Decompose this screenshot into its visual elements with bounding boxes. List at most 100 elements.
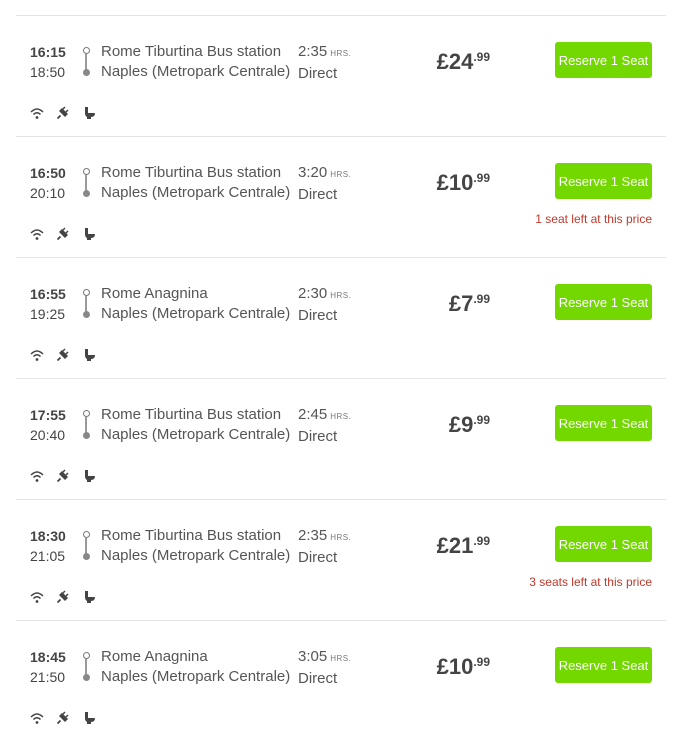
- ride-times: 18:45 21:50: [30, 647, 66, 687]
- reserve-seat-button[interactable]: Reserve 1 Seat: [555, 647, 652, 683]
- ride-row: 18:30 21:05 Rome Tiburtina Bus station N…: [16, 500, 666, 621]
- price-cents: .99: [473, 171, 490, 185]
- price-main: £7: [448, 291, 474, 316]
- price-main: £10: [436, 654, 474, 679]
- ride-times: 16:15 18:50: [30, 42, 66, 82]
- duration-value: 2:35: [298, 43, 328, 60]
- amenities: [30, 348, 105, 362]
- duration-unit: HRS.: [330, 291, 352, 300]
- price-main: £10: [436, 170, 474, 195]
- duration-unit: HRS.: [330, 654, 352, 663]
- departure-time: 18:30: [30, 528, 66, 544]
- transfer-type: Direct: [298, 186, 338, 203]
- wifi-icon: [30, 590, 44, 604]
- reserve-seat-button[interactable]: Reserve 1 Seat: [555, 284, 652, 320]
- ride-duration: 2:45 HRS. Direct: [298, 405, 351, 447]
- transfer-type: Direct: [298, 65, 338, 82]
- ride-price: £10.99: [437, 170, 490, 196]
- price-main: £21: [436, 533, 474, 558]
- ride-stations: Rome Tiburtina Bus station Naples (Metro…: [101, 163, 290, 203]
- duration-value: 2:45: [298, 406, 328, 423]
- price-main: £24: [436, 49, 474, 74]
- ride-duration: 2:35 HRS. Direct: [298, 42, 351, 84]
- wifi-icon: [30, 227, 44, 241]
- departure-time: 16:55: [30, 286, 66, 302]
- ride-duration: 3:20 HRS. Direct: [298, 163, 351, 205]
- toilet-icon: [83, 348, 97, 362]
- departure-time: 17:55: [30, 407, 66, 423]
- departure-time: 18:45: [30, 649, 66, 665]
- duration-value: 2:35: [298, 527, 328, 544]
- power-plug-icon: [56, 590, 70, 604]
- toilet-icon: [83, 227, 97, 241]
- arrival-time: 21:50: [30, 669, 66, 685]
- price-cents: .99: [473, 534, 490, 548]
- transfer-type: Direct: [298, 428, 338, 445]
- reserve-seat-button[interactable]: Reserve 1 Seat: [555, 405, 652, 441]
- ride-row: 17:55 20:40 Rome Tiburtina Bus station N…: [16, 379, 666, 500]
- price-cents: .99: [473, 413, 490, 427]
- arrival-station: Naples (Metropark Centrale): [101, 184, 291, 201]
- reserve-seat-button[interactable]: Reserve 1 Seat: [555, 163, 652, 199]
- arrival-station: Naples (Metropark Centrale): [101, 668, 291, 685]
- seat-availability-notice: 3 seats left at this price: [529, 575, 652, 589]
- toilet-icon: [83, 469, 97, 483]
- ride-times: 18:30 21:05: [30, 526, 66, 566]
- ride-times: 16:50 20:10: [30, 163, 66, 203]
- arrival-time: 19:25: [30, 306, 66, 322]
- departure-station: Rome Tiburtina Bus station: [101, 406, 282, 423]
- ride-row: 16:15 18:50 Rome Tiburtina Bus station N…: [16, 16, 666, 137]
- ride-price: £21.99: [437, 533, 490, 559]
- ride-price: £7.99: [449, 291, 490, 317]
- reserve-seat-button[interactable]: Reserve 1 Seat: [555, 526, 652, 562]
- price-cents: .99: [473, 292, 490, 306]
- departure-station: Rome Tiburtina Bus station: [101, 527, 282, 544]
- ride-row: 16:55 19:25 Rome Anagnina Naples (Metrop…: [16, 258, 666, 379]
- amenities: [30, 469, 105, 483]
- power-plug-icon: [56, 711, 70, 725]
- departure-time: 16:15: [30, 44, 66, 60]
- ride-duration: 3:05 HRS. Direct: [298, 647, 351, 689]
- duration-value: 2:30: [298, 285, 328, 302]
- toilet-icon: [83, 711, 97, 725]
- transfer-type: Direct: [298, 549, 338, 566]
- departure-station: Rome Anagnina: [101, 285, 208, 302]
- duration-value: 3:05: [298, 648, 328, 665]
- duration-unit: HRS.: [330, 412, 352, 421]
- toilet-icon: [83, 590, 97, 604]
- ride-row: 16:50 20:10 Rome Tiburtina Bus station N…: [16, 137, 666, 258]
- departure-station: Rome Anagnina: [101, 648, 208, 665]
- reserve-seat-button[interactable]: Reserve 1 Seat: [555, 42, 652, 78]
- power-plug-icon: [56, 469, 70, 483]
- duration-unit: HRS.: [330, 170, 352, 179]
- wifi-icon: [30, 469, 44, 483]
- price-cents: .99: [473, 655, 490, 669]
- ride-stations: Rome Tiburtina Bus station Naples (Metro…: [101, 405, 290, 445]
- ride-times: 17:55 20:40: [30, 405, 66, 445]
- price-cents: .99: [473, 50, 490, 64]
- toilet-icon: [83, 106, 97, 120]
- power-plug-icon: [56, 348, 70, 362]
- arrival-station: Naples (Metropark Centrale): [101, 63, 291, 80]
- seat-availability-notice: 1 seat left at this price: [535, 212, 652, 226]
- route-line-icon: [82, 289, 90, 319]
- ride-duration: 2:35 HRS. Direct: [298, 526, 351, 568]
- ride-price: £10.99: [437, 654, 490, 680]
- duration-value: 3:20: [298, 164, 328, 181]
- wifi-icon: [30, 106, 44, 120]
- duration-unit: HRS.: [330, 533, 352, 542]
- power-plug-icon: [56, 227, 70, 241]
- departure-station: Rome Tiburtina Bus station: [101, 164, 282, 181]
- departure-station: Rome Tiburtina Bus station: [101, 43, 282, 60]
- arrival-time: 20:40: [30, 427, 66, 443]
- route-line-icon: [82, 531, 90, 561]
- ride-stations: Rome Tiburtina Bus station Naples (Metro…: [101, 42, 290, 82]
- route-line-icon: [82, 652, 90, 682]
- ride-price: £24.99: [437, 49, 490, 75]
- amenities: [30, 106, 105, 120]
- wifi-icon: [30, 711, 44, 725]
- ride-row: 18:45 21:50 Rome Anagnina Naples (Metrop…: [16, 621, 666, 742]
- route-line-icon: [82, 410, 90, 440]
- arrival-time: 21:05: [30, 548, 66, 564]
- route-line-icon: [82, 47, 90, 77]
